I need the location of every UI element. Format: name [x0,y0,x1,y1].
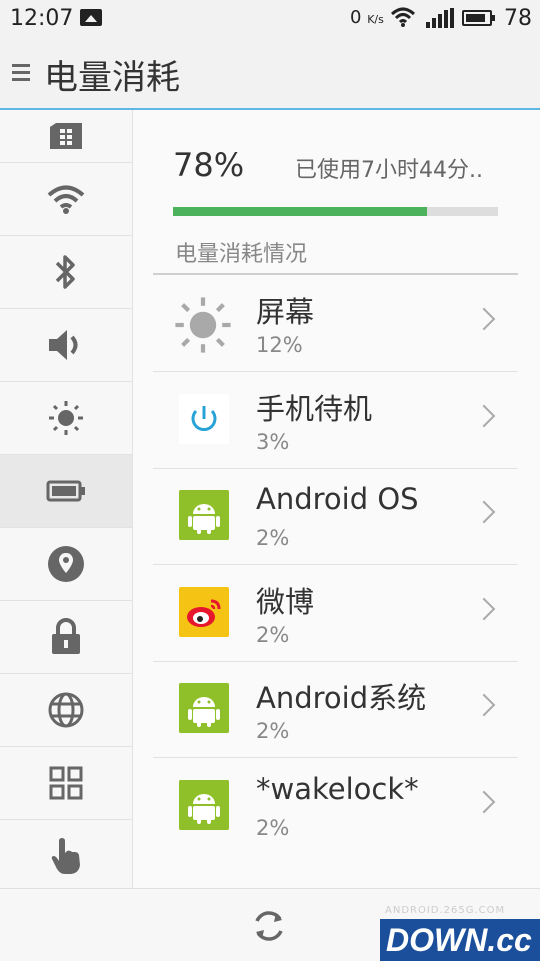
battery-usage-panel: 78% 已使用7小时44分.. 电量消耗情况 屏幕 12% 手机待机 3% An… [133,110,540,888]
battery-level-fill [173,207,427,216]
net-speed: 0 K/s [350,7,384,28]
usage-item-percent: 12% [256,333,303,357]
battery-level-bar [173,207,498,216]
title-bar: 电量消耗 [0,38,540,110]
brightness-icon [49,401,83,435]
chevron-right-icon [472,597,496,621]
watermark-url: ANDROID.265G.COM [385,905,506,916]
settings-sidebar [0,110,133,888]
usage-item-percent: 2% [256,623,290,647]
section-title: 电量消耗情况 [175,242,308,267]
sidebar-item-volume[interactable] [0,309,132,382]
usage-item-name: 屏幕 [256,295,315,329]
chevron-right-icon [472,790,496,814]
chevron-right-icon [472,693,496,717]
sidebar-item-location[interactable] [0,528,132,601]
usage-item-percent: 2% [256,526,290,550]
android-icon [179,683,229,733]
usage-row-screen[interactable]: 屏幕 12% [153,275,518,372]
watermark-text: DOWN.cc [386,922,532,958]
usage-row-wakelock[interactable]: *wakelock* 2% [153,758,518,854]
usage-row-standby[interactable]: 手机待机 3% [153,372,518,469]
location-icon [48,546,84,582]
android-icon [179,780,229,830]
bluetooth-icon [55,255,75,289]
usage-item-percent: 2% [256,816,290,840]
status-bar: 12:07 0 K/s 78 [0,0,540,38]
sidebar-item-wifi[interactable] [0,163,132,236]
usage-item-name: 微博 [256,585,315,619]
usage-item-name: *wakelock* [256,772,419,806]
battery-status-icon [462,10,495,26]
usage-item-name: Android OS [256,482,419,516]
menu-icon[interactable] [12,60,30,84]
battery-icon [46,480,85,502]
globe-icon [48,692,84,728]
usage-item-name: Android系统 [256,681,427,715]
volume-icon [49,330,78,360]
net-speed-value: 0 [350,7,362,28]
usage-item-percent: 3% [256,430,290,454]
sim-icon [50,123,82,149]
bottom-bar: ANDROID.265G.COM DOWN.cc [0,888,540,961]
hand-icon [51,838,80,874]
usage-row-android-os[interactable]: Android OS 2% [153,468,518,565]
page-title: 电量消耗 [44,58,180,98]
battery-level: 78 [504,6,532,31]
refresh-icon[interactable] [250,907,288,945]
usage-row-weibo[interactable]: 微博 2% [153,565,518,662]
sidebar-item-apps[interactable] [0,747,132,820]
usage-item-percent: 2% [256,719,290,743]
android-icon [179,490,229,540]
chevron-right-icon [472,307,496,331]
sidebar-item-gestures[interactable] [0,820,132,888]
wifi-icon [390,6,416,34]
sun-icon [175,297,231,353]
signal-icon [426,8,454,28]
chevron-right-icon [472,404,496,428]
chevron-right-icon [472,500,496,524]
usage-item-name: 手机待机 [256,392,373,426]
usage-row-android-system[interactable]: Android系统 2% [153,661,518,758]
sidebar-item-sim[interactable] [0,110,132,163]
status-time: 12:07 [10,6,74,31]
lock-icon [52,618,80,654]
sidebar-item-display[interactable] [0,382,132,455]
weibo-icon [179,587,229,637]
wifi-icon [47,185,85,214]
usage-time: 已使用7小时44分.. [295,158,483,183]
sidebar-item-security[interactable] [0,601,132,674]
apps-grid-icon [49,766,83,800]
battery-percent: 78% [173,146,245,184]
sidebar-item-battery[interactable] [0,455,132,528]
gallery-icon [80,9,102,26]
power-icon [179,394,229,444]
sidebar-item-network[interactable] [0,674,132,747]
net-speed-unit: K/s [367,13,384,26]
sidebar-item-bluetooth[interactable] [0,236,132,309]
